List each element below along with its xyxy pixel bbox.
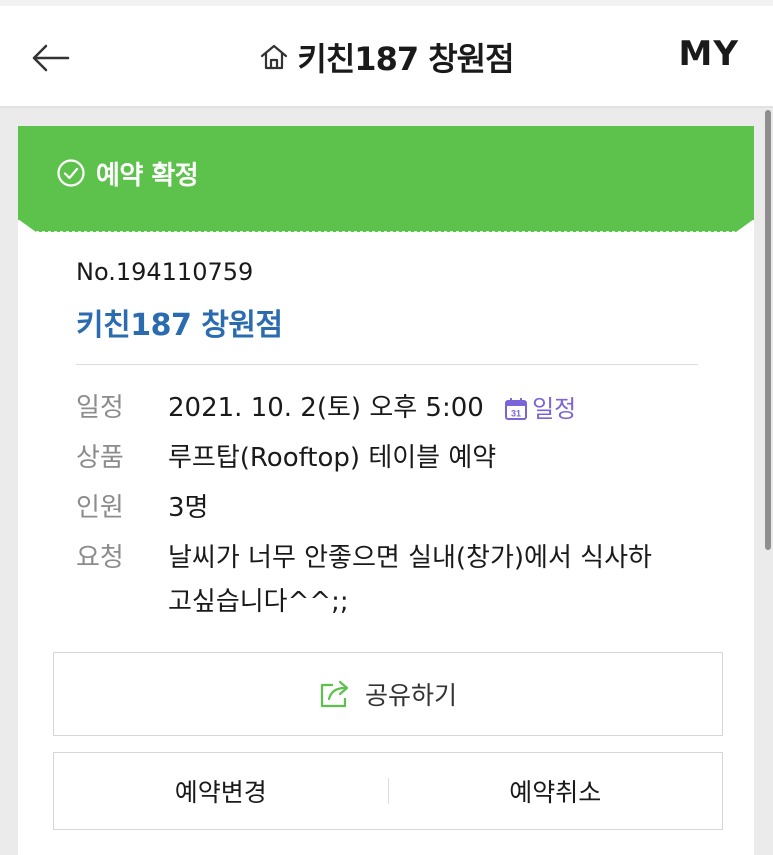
share-button[interactable]: 공유하기	[53, 652, 723, 736]
store-name-link[interactable]: 키친187 창원점	[76, 300, 283, 344]
request-line-1: 날씨가 너무 안좋으면 실내(창가)에서 식사하	[168, 543, 652, 573]
add-calendar-link[interactable]: 31 일정	[504, 387, 576, 431]
schedule-label: 일정	[76, 393, 124, 423]
banner-edge	[18, 219, 754, 233]
page-title: 키친187 창원점	[297, 40, 514, 78]
schedule-value: 2021. 10. 2(토) 오후 5:00 31 일정	[168, 386, 576, 431]
party-size-value: 3명	[168, 493, 209, 523]
banner-content: 예약 확정	[56, 126, 199, 220]
reservation-actions: 예약변경 예약취소	[53, 752, 723, 830]
status-text: 예약 확정	[96, 160, 199, 191]
share-label: 공유하기	[364, 681, 457, 710]
schedule-datetime: 2021. 10. 2(토) 오후 5:00	[168, 393, 484, 423]
share-icon	[320, 680, 349, 708]
add-calendar-label: 일정	[532, 394, 577, 423]
svg-text:31: 31	[511, 408, 521, 418]
product-label: 상품	[76, 443, 124, 473]
check-circle-icon	[57, 159, 85, 187]
status-strip	[0, 0, 773, 6]
top-bar: 키친187 창원점 MY	[0, 0, 773, 108]
calendar-icon: 31	[505, 397, 528, 420]
request-value: 날씨가 너무 안좋으면 실내(창가)에서 식사하 고싶습니다^^;;	[168, 536, 652, 624]
confirmation-banner: 예약 확정	[18, 126, 754, 220]
header-title-group: 키친187 창원점	[0, 34, 773, 80]
change-reservation-button[interactable]: 예약변경	[54, 773, 388, 809]
scrollbar[interactable]	[765, 110, 771, 550]
request-label: 요청	[76, 543, 124, 573]
reservation-number: No.194110759	[76, 258, 254, 286]
request-row: 요청 날씨가 너무 안좋으면 실내(창가)에서 식사하 고싶습니다^^;;	[76, 536, 652, 624]
product-row: 상품 루프탑(Rooftop) 테이블 예약	[76, 436, 496, 480]
request-line-2: 고싶습니다^^;;	[168, 587, 349, 617]
cancel-reservation-button[interactable]: 예약취소	[389, 773, 723, 809]
my-button[interactable]: MY	[679, 34, 739, 74]
divider	[76, 364, 698, 365]
party-size-label: 인원	[76, 493, 124, 523]
product-value: 루프탑(Rooftop) 테이블 예약	[168, 443, 497, 473]
home-icon[interactable]	[259, 42, 289, 72]
schedule-row: 일정 2021. 10. 2(토) 오후 5:00 31 일정	[76, 386, 576, 431]
party-size-row: 인원 3명	[76, 486, 208, 530]
